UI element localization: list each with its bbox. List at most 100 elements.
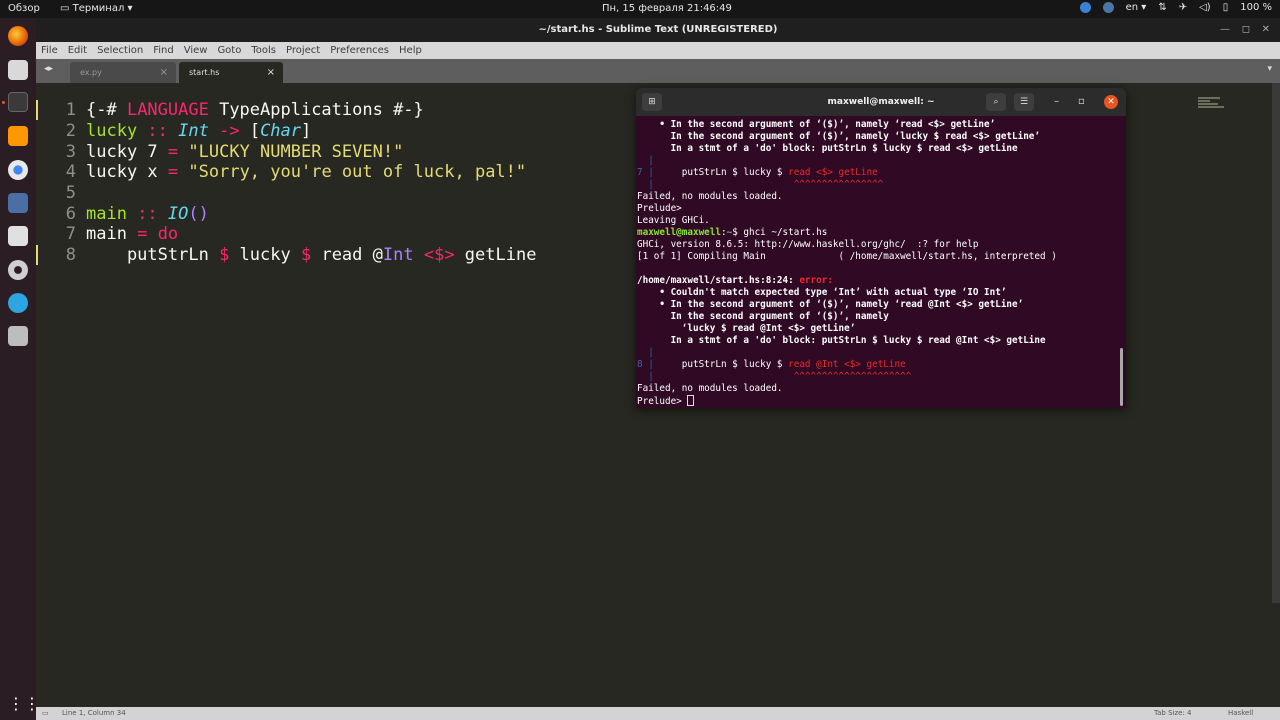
firefox-icon[interactable] xyxy=(8,26,28,46)
system-tray[interactable]: en ▾ ⇅ ✈ ◁) ▯ 100 % xyxy=(1079,2,1272,13)
output-line: Leaving GHCi. xyxy=(637,215,710,226)
top-bar: Обзор ▭ Терминал ▾ Пн, 15 февраля 21:46:… xyxy=(0,0,1280,18)
output-line: | xyxy=(637,347,654,358)
output-line: | xyxy=(637,155,654,166)
terminal-app-icon[interactable] xyxy=(8,92,28,112)
output-line: In a stmt of a 'do' block: putStrLn $ lu… xyxy=(637,335,1046,346)
panel-toggle-icon[interactable]: ▭ xyxy=(42,709,49,717)
code-line-4: lucky x = "Sorry, you're out of luck, pa… xyxy=(86,162,527,182)
close-icon[interactable]: × xyxy=(267,62,275,83)
menu-preferences[interactable]: Preferences xyxy=(325,42,394,59)
menu-goto[interactable]: Goto xyxy=(212,42,246,59)
tab-ex-py[interactable]: ex.py × xyxy=(70,62,176,83)
menu-edit[interactable]: Edit xyxy=(63,42,92,59)
output-line: ‘lucky $ read @Int <$> getLine’ xyxy=(637,323,856,334)
prompt-line: maxwell@maxwell:~$ ghci ~/start.hs xyxy=(637,227,828,238)
minimize-button[interactable]: — xyxy=(1220,18,1230,42)
chromium-icon[interactable] xyxy=(8,160,28,180)
syntax-mode[interactable]: Haskell xyxy=(1228,709,1253,717)
software-center-icon[interactable] xyxy=(8,226,28,246)
line-number: 1 xyxy=(65,100,76,120)
files-icon[interactable] xyxy=(8,60,28,80)
show-apps-icon[interactable]: ⋮⋮ xyxy=(8,694,40,714)
close-button[interactable]: ✕ xyxy=(1262,18,1270,42)
cursor-position: Line 1, Column 34 xyxy=(62,709,126,717)
hamburger-menu-icon[interactable]: ☰ xyxy=(1014,93,1034,111)
menu-help[interactable]: Help xyxy=(394,42,427,59)
vk-icon[interactable] xyxy=(1102,2,1114,13)
output-line: | ^^^^^^^^^^^^^^^^^^^^^ xyxy=(637,371,912,382)
app-menu-label: Терминал xyxy=(72,3,125,14)
telegram-icon[interactable] xyxy=(8,293,28,313)
minimize-button[interactable]: – xyxy=(1054,88,1059,116)
tab-start-hs[interactable]: start.hs × xyxy=(179,62,283,83)
calculator-icon[interactable] xyxy=(8,193,28,213)
tab-bar: ◂▸ ex.py × start.hs × ▾ xyxy=(36,59,1280,83)
output-line: 8 | putStrLn $ lucky $ read @Int <$> get… xyxy=(637,359,906,370)
airplane-icon[interactable]: ✈ xyxy=(1179,2,1187,13)
image-viewer-icon[interactable] xyxy=(8,326,28,346)
output-line: [1 of 1] Compiling Main ( /home/maxwell/… xyxy=(637,251,1057,262)
line-number: 3 xyxy=(65,142,76,162)
new-tab-icon[interactable]: ⊞ xyxy=(642,93,662,111)
tab-nav-arrows[interactable]: ◂▸ xyxy=(44,64,53,74)
battery-icon[interactable]: ▯ xyxy=(1223,2,1229,13)
menu-find[interactable]: Find xyxy=(148,42,179,59)
sublime-text-icon[interactable] xyxy=(8,126,28,146)
line-number: 4 xyxy=(65,162,76,182)
menu-selection[interactable]: Selection xyxy=(92,42,148,59)
tab-label: start.hs xyxy=(189,68,220,77)
maximize-button[interactable]: ▫ xyxy=(1078,88,1085,116)
close-button[interactable]: ✕ xyxy=(1104,95,1118,109)
dock: ⋮⋮ xyxy=(0,18,40,720)
menu-bar: File Edit Selection Find View Goto Tools… xyxy=(36,42,1280,59)
window-title: ~/start.hs - Sublime Text (UNREGISTERED) xyxy=(538,24,778,35)
minimap[interactable] xyxy=(1198,97,1228,111)
output-line: GHCi, version 8.6.5: http://www.haskell.… xyxy=(637,239,979,250)
battery-percent: 100 % xyxy=(1240,2,1272,13)
app-menu[interactable]: ▭ Терминал ▾ xyxy=(60,3,133,14)
output-line: In the second argument of ‘($)’, namely … xyxy=(637,131,1040,142)
maximize-button[interactable]: ◻ xyxy=(1242,18,1250,42)
network-icon[interactable]: ⇅ xyxy=(1158,2,1166,13)
text-cursor xyxy=(687,395,695,406)
line-number: 2 xyxy=(65,121,76,141)
menu-file[interactable]: File xyxy=(36,42,63,59)
output-line: In a stmt of a 'do' block: putStrLn $ lu… xyxy=(637,143,1018,154)
code-line-1: {-# LANGUAGE TypeApplications #-} xyxy=(86,100,424,120)
output-line: Failed, no modules loaded. xyxy=(637,191,783,202)
search-icon[interactable]: ⌕ xyxy=(986,93,1006,111)
activities-button[interactable]: Обзор xyxy=(8,3,40,14)
app-indicator-icon[interactable] xyxy=(1079,2,1091,13)
terminal-icon: ▭ xyxy=(60,3,70,14)
title-bar: ~/start.hs - Sublime Text (UNREGISTERED)… xyxy=(36,18,1280,42)
line-number: 6 xyxy=(65,204,76,224)
tab-label: ex.py xyxy=(80,68,102,77)
terminal-window[interactable]: ⊞ maxwell@maxwell: ~ ⌕ ☰ – ▫ ✕ • In the … xyxy=(636,88,1126,408)
output-line: • Couldn't match expected type ‘Int’ wit… xyxy=(637,287,1007,298)
settings-icon[interactable] xyxy=(8,260,28,280)
code-line-8: putStrLn $ lucky $ read @Int <$> getLine xyxy=(86,245,537,265)
output-line: • In the second argument of ‘($)’, namel… xyxy=(637,299,1024,310)
close-icon[interactable]: × xyxy=(160,62,168,83)
tab-size[interactable]: Tab Size: 4 xyxy=(1154,709,1191,717)
clock[interactable]: Пн, 15 февраля 21:46:49 xyxy=(602,3,732,14)
terminal-title: maxwell@maxwell: ~ xyxy=(827,97,935,107)
language-indicator[interactable]: en ▾ xyxy=(1126,2,1147,13)
code-line-2: lucky :: Int -> [Char] xyxy=(86,121,312,141)
scrollbar[interactable] xyxy=(1272,83,1280,603)
menu-tools[interactable]: Tools xyxy=(246,42,281,59)
code-line-6: main :: IO() xyxy=(86,204,209,224)
output-line: | ^^^^^^^^^^^^^^^^ xyxy=(637,179,884,190)
terminal-scrollbar[interactable] xyxy=(1120,348,1123,406)
output-line: In the second argument of ‘($)’, namely xyxy=(637,311,889,322)
menu-project[interactable]: Project xyxy=(281,42,325,59)
menu-view[interactable]: View xyxy=(179,42,213,59)
line-number: 7 xyxy=(65,224,76,244)
code-line-3: lucky 7 = "LUCKY NUMBER SEVEN!" xyxy=(86,142,404,162)
language-label: en xyxy=(1125,2,1139,13)
tab-dropdown-icon[interactable]: ▾ xyxy=(1267,64,1272,74)
output-line: 7 | putStrLn $ lucky $ read <$> getLine xyxy=(637,167,878,178)
output-line: • In the second argument of ‘($)’, namel… xyxy=(637,119,996,130)
volume-icon[interactable]: ◁) xyxy=(1199,2,1211,13)
